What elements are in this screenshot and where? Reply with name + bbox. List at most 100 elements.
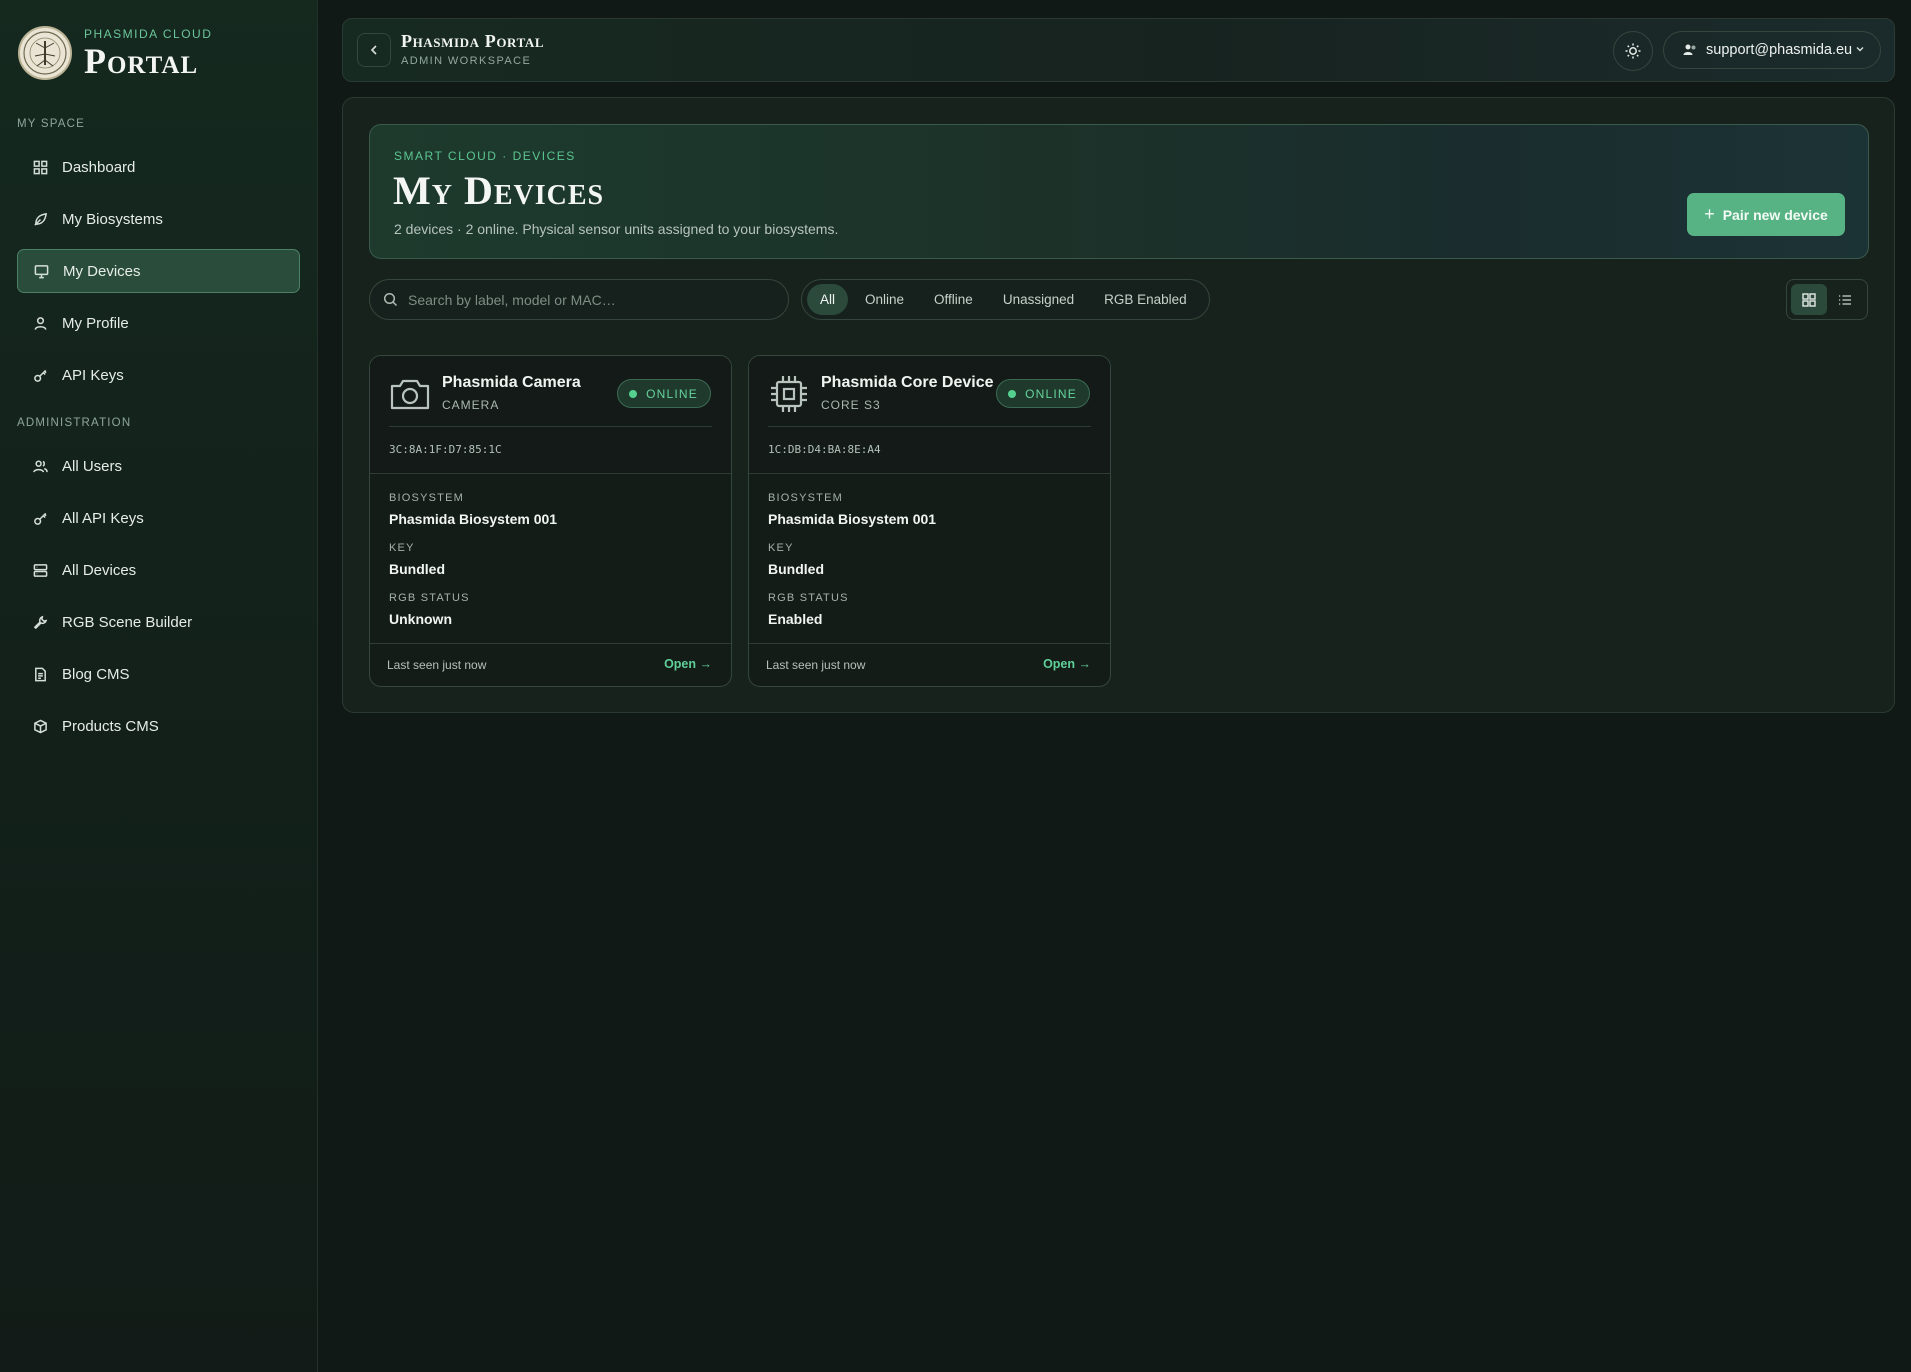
key-label: Key (389, 542, 415, 554)
filter-all[interactable]: All (807, 284, 849, 315)
device-mac: 3C:8A:1F:D7:85:1C (389, 443, 502, 456)
camera-icon (390, 379, 430, 410)
device-type: Core S3 (821, 398, 881, 412)
grid-icon (1802, 292, 1816, 307)
top-bar: Phasmida Portal Admin Workspace support@… (342, 18, 1895, 82)
device-name: Phasmida Camera (442, 374, 581, 391)
sidebar-item-rgb-scene-builder[interactable]: RGB Scene Builder (17, 600, 300, 644)
server-icon (31, 561, 49, 579)
sidebar-item-all-devices[interactable]: All Devices (17, 548, 300, 592)
rgb-status-label: RGB Status (768, 592, 849, 604)
rgb-status-label: RGB Status (389, 592, 470, 604)
section-label-my-space: My Space (17, 118, 85, 130)
list-icon (1839, 294, 1851, 305)
filter-offline[interactable]: Offline (921, 284, 986, 315)
status-text: Online (646, 386, 698, 401)
status-badge: Online (617, 379, 711, 408)
main-panel: Smart Cloud · Devices My Devices 2 devic… (342, 97, 1895, 713)
sidebar-item-label: All API Keys (62, 509, 144, 527)
sidebar-item-my-devices[interactable]: My Devices (17, 249, 300, 293)
key-label: Key (768, 542, 794, 554)
sidebar-item-label: Products CMS (62, 717, 159, 735)
phasmida-logo (18, 26, 72, 80)
brand-subtitle: Phasmida Cloud (84, 27, 213, 41)
sidebar-item-label: Dashboard (62, 158, 136, 176)
monitor-icon (32, 262, 50, 280)
search-input[interactable] (408, 291, 768, 308)
open-label: Open (1043, 657, 1076, 671)
biosystem-value: Phasmida Biosystem 001 (768, 511, 937, 527)
biosystem-label: Biosystem (389, 492, 464, 504)
rgb-status-value: Unknown (389, 611, 452, 627)
sidebar-item-api-keys[interactable]: API Keys (17, 353, 300, 397)
workspace-title: Phasmida Portal (401, 31, 545, 51)
open-device-link[interactable]: Open → (664, 657, 712, 671)
device-card-phasmida-camera[interactable]: Phasmida Camera Camera Online 3C:8A:1F:D… (369, 355, 732, 687)
plus-icon: + (1704, 204, 1715, 224)
device-card-phasmida-core-device[interactable]: Phasmida Core Device Core S3 Online 1C:D… (748, 355, 1111, 687)
sidebar-item-my-profile[interactable]: My Profile (17, 301, 300, 345)
key-value: Bundled (389, 561, 445, 577)
key-icon (31, 509, 49, 527)
device-card-header: Phasmida Core Device Core S3 Online 1C:D… (749, 356, 1110, 474)
back-button[interactable] (357, 33, 391, 67)
grid-view-button[interactable] (1791, 284, 1827, 315)
page-title: My Devices (393, 168, 605, 213)
chip-icon (771, 376, 807, 412)
users-icon (1683, 44, 1696, 55)
sidebar-item-all-api-keys[interactable]: All API Keys (17, 496, 300, 540)
device-card-header: Phasmida Camera Camera Online 3C:8A:1F:D… (370, 356, 731, 474)
sidebar-item-all-users[interactable]: All Users (17, 444, 300, 488)
list-view-button[interactable] (1827, 284, 1863, 315)
brand[interactable]: Phasmida Cloud Portal (18, 26, 212, 80)
last-seen: Last seen just now (766, 658, 866, 672)
filter-unassigned[interactable]: Unassigned (990, 284, 1087, 315)
document-icon (31, 665, 49, 683)
sun-icon (1625, 43, 1641, 59)
leaf-icon (31, 210, 49, 228)
last-seen: Last seen just now (387, 658, 487, 672)
device-mac: 1C:DB:D4:BA:8E:A4 (768, 443, 881, 456)
brand-title: Portal (84, 41, 199, 81)
status-dot (1008, 389, 1017, 398)
sidebar: Phasmida Cloud Portal My Space Dashboard… (0, 0, 318, 1372)
status-dot (629, 389, 638, 398)
page-header: Smart Cloud · Devices My Devices 2 devic… (369, 124, 1869, 259)
sidebar-item-dashboard[interactable]: Dashboard (17, 145, 300, 189)
pair-new-device-button[interactable]: + Pair new device (1687, 193, 1845, 236)
sidebar-item-label: My Biosystems (62, 210, 163, 228)
device-search[interactable] (369, 279, 789, 320)
filter-online[interactable]: Online (852, 284, 917, 315)
account-menu[interactable]: support@phasmida.eu (1663, 31, 1881, 69)
package-icon (31, 717, 49, 735)
sidebar-item-label: All Users (62, 457, 123, 475)
biosystem-value: Phasmida Biosystem 001 (389, 511, 558, 527)
key-value: Bundled (768, 561, 824, 577)
sidebar-item-my-biosystems[interactable]: My Biosystems (17, 197, 300, 241)
sidebar-item-label: My Profile (62, 314, 129, 332)
filter-rgb-enabled[interactable]: RGB Enabled (1091, 284, 1200, 315)
sidebar-item-blog-cms[interactable]: Blog CMS (17, 652, 300, 696)
arrow-right-icon: → (699, 657, 713, 671)
rgb-status-value: Enabled (768, 611, 823, 627)
status-badge: Online (996, 379, 1090, 408)
wrench-icon (31, 613, 49, 631)
sidebar-item-label: My Devices (63, 262, 141, 280)
open-label: Open (664, 657, 697, 671)
key-icon (31, 366, 49, 384)
view-toggle (1786, 279, 1868, 320)
open-device-link[interactable]: Open → (1043, 657, 1091, 671)
status-text: Online (1025, 386, 1077, 401)
theme-toggle-button[interactable] (1613, 31, 1653, 71)
sidebar-item-label: RGB Scene Builder (62, 613, 193, 631)
pair-new-device-label: Pair new device (1722, 206, 1828, 223)
page-summary: 2 devices · 2 online. Physical sensor un… (394, 221, 839, 237)
sidebar-item-label: All Devices (62, 561, 137, 579)
grid-icon (31, 158, 49, 176)
breadcrumb: Smart Cloud · Devices (394, 149, 576, 163)
sidebar-item-products-cms[interactable]: Products CMS (17, 704, 300, 748)
device-card-footer: Last seen just now Open → (749, 643, 1110, 686)
device-card-footer: Last seen just now Open → (370, 643, 731, 686)
device-type: Camera (442, 398, 500, 412)
device-name: Phasmida Core Device (821, 374, 994, 391)
